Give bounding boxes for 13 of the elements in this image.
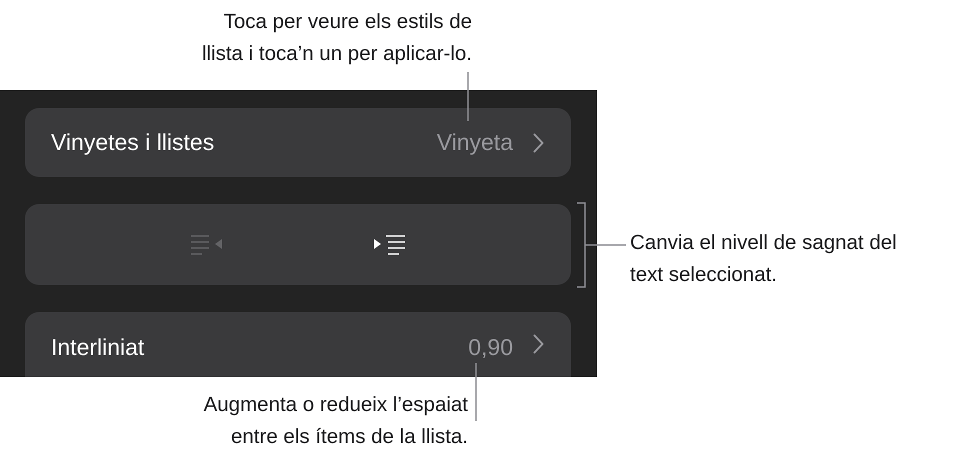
settings-row[interactable]: Vinyetes i llistes Vinyeta bbox=[25, 108, 571, 177]
leader-line bbox=[475, 363, 477, 421]
callout-text: Toca per veure els estils de llista i toca’n un per aplicar-lo. bbox=[200, 9, 472, 67]
callout-text: Canvia el nivell de sagnat del text seleccionat. bbox=[630, 230, 898, 288]
callout-text: Augmenta o redueix l’espaiat entre els ítems de la llista. bbox=[202, 392, 468, 450]
row-value: Vinyeta bbox=[436, 129, 513, 156]
chevron-icon bbox=[533, 132, 544, 152]
chevron-icon bbox=[533, 334, 544, 354]
leader-line bbox=[467, 72, 469, 121]
row-label: Interliniat bbox=[51, 334, 146, 361]
row-label: Vinyetes i llistes bbox=[51, 129, 216, 156]
settings-row[interactable]: Interliniat 0,90 bbox=[25, 312, 571, 377]
row-value: 0,90 bbox=[468, 334, 513, 361]
